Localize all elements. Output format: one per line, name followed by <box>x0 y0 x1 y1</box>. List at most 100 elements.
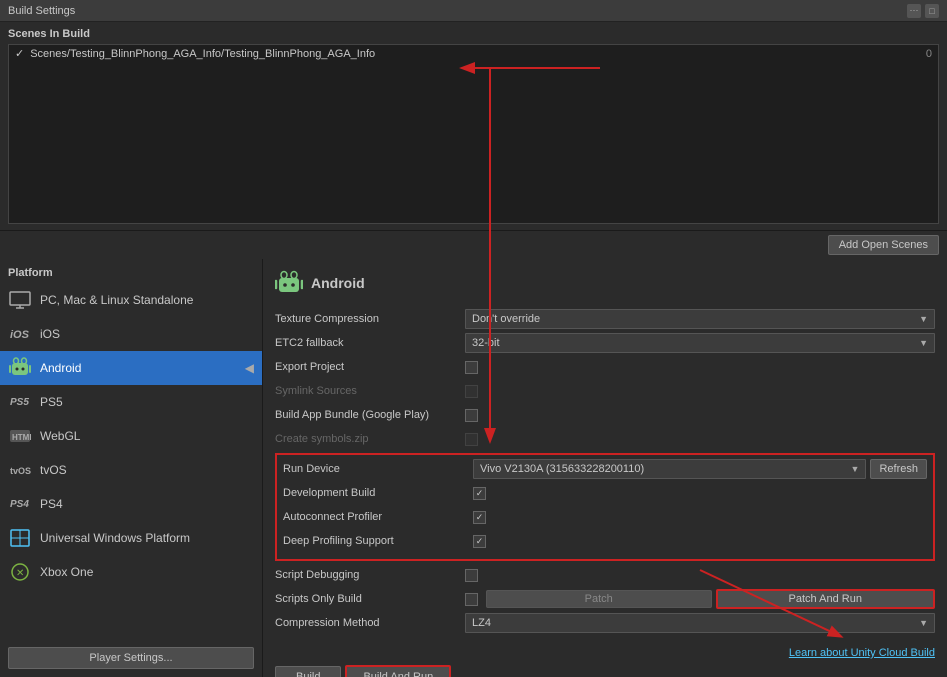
build-button[interactable]: Build <box>275 666 341 677</box>
settings-android-icon <box>275 269 303 297</box>
sidebar-item-ps5[interactable]: PS5 PS5 <box>0 385 262 419</box>
main-container: Scenes In Build ✓ Scenes/Testing_BlinnPh… <box>0 22 947 677</box>
deep-profiling-label: Deep Profiling Support <box>283 535 473 547</box>
cloud-build-link-row: Learn about Unity Cloud Build <box>275 645 935 659</box>
add-scenes-row: Add Open Scenes <box>0 231 947 259</box>
scene-path: Scenes/Testing_BlinnPhong_AGA_Info/Testi… <box>30 48 375 60</box>
scenes-section: Scenes In Build ✓ Scenes/Testing_BlinnPh… <box>0 22 947 231</box>
platform-label: Platform <box>0 259 262 283</box>
sidebar-item-tvos[interactable]: tvOS tvOS <box>0 453 262 487</box>
run-device-dropdown-arrow: ▼ <box>851 464 860 474</box>
svg-text:PS5: PS5 <box>10 397 29 408</box>
compression-method-row: Compression Method LZ4 ▼ <box>275 613 935 633</box>
close-button[interactable]: □ <box>925 4 939 18</box>
sidebar-item-label-ps5: PS5 <box>40 395 63 409</box>
player-settings-button[interactable]: Player Settings... <box>8 647 254 669</box>
refresh-button[interactable]: Refresh <box>870 459 927 479</box>
symlink-sources-control <box>465 385 935 398</box>
patch-button[interactable]: Patch <box>486 590 712 608</box>
script-debugging-control <box>465 569 935 582</box>
sidebar-item-ps4[interactable]: PS4 PS4 <box>0 487 262 521</box>
sidebar-item-label-tvos: tvOS <box>40 463 67 477</box>
scripts-only-build-row: Scripts Only Build Patch Patch And Run <box>275 589 935 609</box>
build-app-bundle-control <box>465 409 935 422</box>
texture-compression-dropdown[interactable]: Don't override ▼ <box>465 309 935 329</box>
run-device-dropdown[interactable]: Vivo V2130A (315633228200110) ▼ <box>473 459 866 479</box>
deep-profiling-checkbox[interactable] <box>473 535 486 548</box>
sidebar-item-android[interactable]: Android ◀ <box>0 351 262 385</box>
export-project-row: Export Project <box>275 357 935 377</box>
etc2-fallback-control: 32-bit ▼ <box>465 333 935 353</box>
svg-text:PS4: PS4 <box>10 499 29 510</box>
compression-method-dropdown[interactable]: LZ4 ▼ <box>465 613 935 633</box>
sidebar-item-label-pc: PC, Mac & Linux Standalone <box>40 293 193 307</box>
build-app-bundle-label: Build App Bundle (Google Play) <box>275 409 465 421</box>
export-project-label: Export Project <box>275 361 465 373</box>
scripts-only-build-checkbox[interactable] <box>465 593 478 606</box>
run-device-control: Vivo V2130A (315633228200110) ▼ Refresh <box>473 459 927 479</box>
create-symbols-checkbox <box>465 433 478 446</box>
tvos-icon: tvOS <box>8 458 32 482</box>
development-build-label: Development Build <box>283 487 473 499</box>
sidebar-item-label-uwp: Universal Windows Platform <box>40 531 190 545</box>
monitor-icon <box>8 288 32 312</box>
settings-platform-name: Android <box>311 275 365 291</box>
patch-and-run-button[interactable]: Patch And Run <box>716 589 936 609</box>
android-icon <box>8 356 32 380</box>
autoconnect-profiler-control <box>473 511 927 524</box>
symlink-sources-row: Symlink Sources <box>275 381 935 401</box>
build-buttons-row: Build Build And Run <box>275 665 935 677</box>
title-bar-controls: ⋯ □ <box>907 4 939 18</box>
etc2-fallback-dropdown[interactable]: 32-bit ▼ <box>465 333 935 353</box>
script-debugging-label: Script Debugging <box>275 569 465 581</box>
script-debugging-row: Script Debugging <box>275 565 935 585</box>
development-build-control <box>473 487 927 500</box>
sidebar-item-webgl[interactable]: HTML WebGL <box>0 419 262 453</box>
sidebar-item-pc[interactable]: PC, Mac & Linux Standalone <box>0 283 262 317</box>
dropdown-arrow: ▼ <box>919 314 928 324</box>
autoconnect-profiler-checkbox[interactable] <box>473 511 486 524</box>
symlink-sources-label: Symlink Sources <box>275 385 465 397</box>
build-app-bundle-checkbox[interactable] <box>465 409 478 422</box>
window-title: Build Settings <box>8 5 75 17</box>
scenes-list: ✓ Scenes/Testing_BlinnPhong_AGA_Info/Tes… <box>8 44 939 224</box>
sidebar-item-uwp[interactable]: Universal Windows Platform <box>0 521 262 555</box>
sidebar-item-ios[interactable]: iOS iOS <box>0 317 262 351</box>
scripts-only-build-control: Patch Patch And Run <box>465 589 935 609</box>
bottom-section: Platform PC, Mac & Linux Standalone iOS <box>0 259 947 677</box>
autoconnect-profiler-label: Autoconnect Profiler <box>283 511 473 523</box>
svg-text:tvOS: tvOS <box>10 466 31 476</box>
bottom-buttons: Learn about Unity Cloud Build Build Buil… <box>275 637 935 677</box>
sidebar-item-xbox[interactable]: ✕ Xbox One <box>0 555 262 589</box>
create-symbols-control <box>465 433 935 446</box>
svg-text:iOS: iOS <box>10 329 30 341</box>
compression-dropdown-arrow: ▼ <box>919 618 928 628</box>
run-device-label: Run Device <box>283 463 473 475</box>
texture-compression-row: Texture Compression Don't override ▼ <box>275 309 935 329</box>
export-project-checkbox[interactable] <box>465 361 478 374</box>
build-and-run-button[interactable]: Build And Run <box>345 665 451 677</box>
sidebar-item-label-ios: iOS <box>40 327 60 341</box>
deep-profiling-row: Deep Profiling Support <box>283 531 927 551</box>
cloud-build-link[interactable]: Learn about Unity Cloud Build <box>789 647 935 659</box>
scenes-header: Scenes In Build <box>8 28 939 40</box>
settings-header: Android <box>275 269 935 297</box>
script-debugging-checkbox[interactable] <box>465 569 478 582</box>
platform-sidebar: Platform PC, Mac & Linux Standalone iOS <box>0 259 263 677</box>
xbox-icon: ✕ <box>8 560 32 584</box>
development-build-row: Development Build <box>283 483 927 503</box>
scene-item[interactable]: ✓ Scenes/Testing_BlinnPhong_AGA_Info/Tes… <box>9 45 938 62</box>
more-options-button[interactable]: ⋯ <box>907 4 921 18</box>
sidebar-item-label-xbox: Xbox One <box>40 565 93 579</box>
add-open-scenes-button[interactable]: Add Open Scenes <box>828 235 939 255</box>
scene-index: 0 <box>926 48 932 60</box>
autoconnect-profiler-row: Autoconnect Profiler <box>283 507 927 527</box>
svg-text:✕: ✕ <box>16 568 24 579</box>
etc2-fallback-label: ETC2 fallback <box>275 337 465 349</box>
dropdown-arrow2: ▼ <box>919 338 928 348</box>
create-symbols-label: Create symbols.zip <box>275 433 465 445</box>
texture-compression-label: Texture Compression <box>275 313 465 325</box>
scripts-only-build-label: Scripts Only Build <box>275 593 465 605</box>
platform-active-arrow: ◀ <box>245 361 254 375</box>
development-build-checkbox[interactable] <box>473 487 486 500</box>
